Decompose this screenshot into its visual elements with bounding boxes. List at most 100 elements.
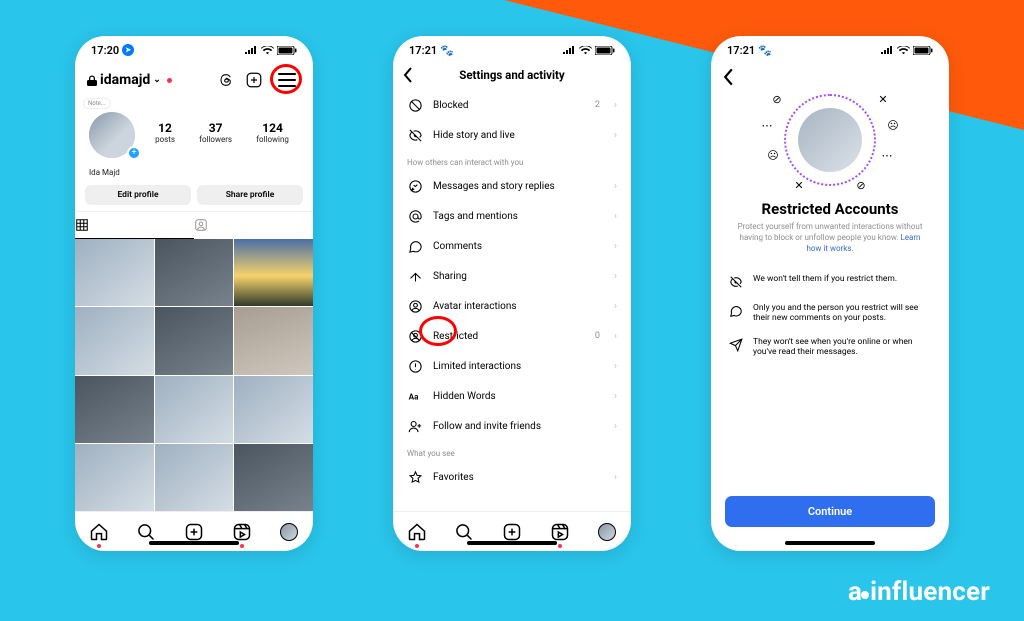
row-label: Messages and story replies <box>433 181 604 192</box>
signal-icon <box>880 46 894 55</box>
display-name: Ida Majd <box>75 168 313 181</box>
settings-row-star[interactable]: Favorites› <box>393 462 631 492</box>
battery-icon <box>277 46 297 55</box>
settings-row-avatar[interactable]: Avatar interactions› <box>393 291 631 321</box>
grid-cell[interactable] <box>155 444 234 511</box>
username-text: idamajd <box>100 72 150 88</box>
settings-row-restricted[interactable]: Restricted0› <box>393 321 631 351</box>
row-label: Tags and mentions <box>433 211 604 222</box>
stat-followers[interactable]: 37 followers <box>199 121 232 144</box>
nav-profile[interactable] <box>597 522 617 542</box>
back-button[interactable] <box>403 67 413 83</box>
comment-icon <box>729 304 743 318</box>
bottom-nav <box>393 511 631 551</box>
home-indicator <box>785 541 875 545</box>
grid-tab[interactable] <box>75 212 194 239</box>
block-icon <box>407 97 423 113</box>
chevron-right-icon: › <box>614 301 617 312</box>
home-indicator <box>149 541 239 545</box>
notification-dot <box>558 544 562 548</box>
grid-cell[interactable] <box>155 239 234 306</box>
nav-create[interactable] <box>184 522 204 542</box>
share-profile-button[interactable]: Share profile <box>197 185 303 205</box>
grid-cell[interactable] <box>234 307 313 374</box>
username-dropdown[interactable]: idamajd ⌄ <box>87 72 172 88</box>
grid-cell[interactable] <box>234 444 313 511</box>
signal-icon <box>244 46 258 55</box>
status-bar: 17:20 ➤ <box>75 36 313 64</box>
settings-row-follow[interactable]: Follow and invite friends› <box>393 411 631 441</box>
settings-row-block[interactable]: Blocked2› <box>393 90 631 120</box>
battery-icon <box>913 46 933 55</box>
settings-row-hide[interactable]: Hide story and live› <box>393 120 631 150</box>
avatar <box>798 108 862 172</box>
settings-nav: Settings and activity <box>393 64 631 90</box>
stat-following[interactable]: 124 following <box>256 121 289 144</box>
settings-row-limited[interactable]: Limited interactions› <box>393 351 631 381</box>
stat-posts[interactable]: 12 posts <box>155 121 175 144</box>
note-bubble[interactable]: Note... <box>83 98 111 109</box>
avatar-story[interactable]: Note... + <box>87 102 139 162</box>
settings-row-at[interactable]: Tags and mentions› <box>393 201 631 231</box>
star-icon <box>407 469 423 485</box>
grid-cell[interactable] <box>75 239 154 306</box>
notification-dot <box>415 544 419 548</box>
settings-row-messages[interactable]: Messages and story replies› <box>393 171 631 201</box>
grid-cell[interactable] <box>155 376 234 443</box>
notification-dot <box>97 544 101 548</box>
watermark: ainfluencer <box>848 577 990 607</box>
orbit-icon: ☹ <box>764 146 782 164</box>
grid-cell[interactable] <box>75 444 154 511</box>
row-label: Favorites <box>433 472 604 483</box>
phone-restricted-intro: 17:21 🐾 ⊘ ⋯ ☹ ✕ ✕ ☹ ⋯ <box>711 36 949 551</box>
add-story-icon[interactable]: + <box>127 146 141 160</box>
share-icon <box>407 268 423 284</box>
grid-cell[interactable] <box>75 376 154 443</box>
grid-cell[interactable] <box>155 307 234 374</box>
bottom-nav <box>75 511 313 551</box>
continue-button[interactable]: Continue <box>725 496 935 527</box>
edit-profile-button[interactable]: Edit profile <box>85 185 191 205</box>
grid-cell[interactable] <box>75 307 154 374</box>
chevron-right-icon: › <box>614 421 617 432</box>
orbit-icon: ⊘ <box>852 176 870 194</box>
highlight-circle <box>270 64 302 94</box>
settings-row-comment[interactable]: Comments› <box>393 231 631 261</box>
avatar-icon <box>598 523 616 541</box>
profile-stats-row: Note... + 12 posts 37 followers 124 foll… <box>75 100 313 168</box>
notification-dot <box>167 78 172 83</box>
lock-icon <box>87 75 97 86</box>
hero: ⊘ ⋯ ☹ ✕ ✕ ☹ ⋯ ⊘ Restricted Accounts Prot… <box>711 90 949 256</box>
threads-icon[interactable] <box>217 71 235 89</box>
comment-icon <box>407 238 423 254</box>
nav-create[interactable] <box>502 522 522 542</box>
highlight-circle <box>419 316 457 346</box>
nav-reels[interactable] <box>550 522 570 542</box>
row-meta: 0 <box>595 331 600 341</box>
phone-row: 17:20 ➤ idamajd ⌄ <box>58 36 966 551</box>
settings-row-share[interactable]: Sharing› <box>393 261 631 291</box>
back-button[interactable] <box>723 68 734 86</box>
row-label: Blocked <box>433 100 585 111</box>
menu-button[interactable] <box>273 66 301 94</box>
phone-profile: 17:20 ➤ idamajd ⌄ <box>75 36 313 551</box>
section-header: What you see <box>393 441 631 462</box>
nav-reels[interactable] <box>232 522 252 542</box>
grid-cell[interactable] <box>234 239 313 306</box>
row-meta: 2 <box>595 100 600 110</box>
chevron-down-icon: ⌄ <box>153 75 161 85</box>
send-icon <box>729 338 743 352</box>
orbit-icon: ☹ <box>884 116 902 134</box>
create-icon[interactable] <box>245 71 263 89</box>
grid-cell[interactable] <box>234 376 313 443</box>
tagged-tab[interactable] <box>194 212 313 239</box>
nav-profile[interactable] <box>279 522 299 542</box>
nav-home[interactable] <box>407 522 427 542</box>
wifi-icon <box>579 46 592 55</box>
row-label: Comments <box>433 241 604 252</box>
nav-search[interactable] <box>454 522 474 542</box>
nav-search[interactable] <box>136 522 156 542</box>
profile-tabs <box>75 211 313 239</box>
nav-home[interactable] <box>89 522 109 542</box>
settings-row-aa[interactable]: AaHidden Words› <box>393 381 631 411</box>
